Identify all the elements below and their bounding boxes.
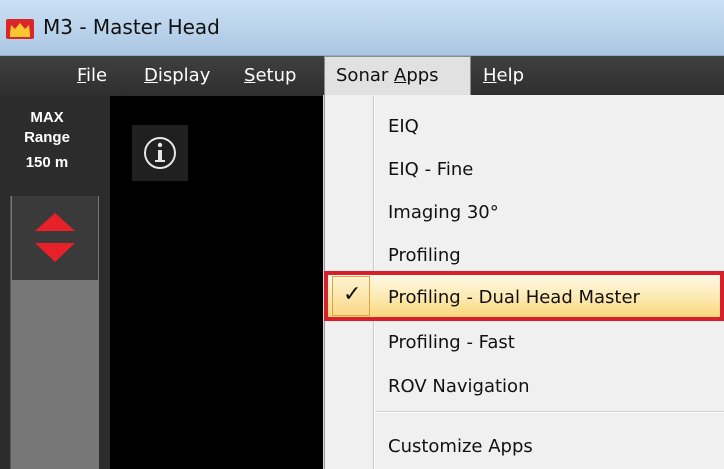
range-value: 150 m bbox=[25, 154, 69, 171]
info-button[interactable] bbox=[132, 125, 188, 181]
range-range-label: Range bbox=[24, 129, 70, 146]
menu-item-customize-apps[interactable]: Customize Apps bbox=[388, 436, 533, 457]
menu-file[interactable]: File bbox=[77, 56, 107, 96]
menu-display-label: isplay bbox=[157, 65, 211, 86]
menu-help-label: elp bbox=[496, 65, 525, 86]
menu-setup[interactable]: Setup bbox=[244, 56, 296, 96]
menu-bar: File Display Setup Sonar Apps Help bbox=[0, 56, 724, 96]
menu-sonar-apps-mnemonic: A bbox=[394, 65, 407, 86]
menu-sonar-apps-prefix: Sonar bbox=[336, 65, 394, 86]
window-title: M3 - Master Head bbox=[43, 15, 220, 39]
menu-help[interactable]: Help bbox=[483, 56, 524, 96]
range-adjust-button[interactable] bbox=[12, 196, 98, 280]
menu-file-mnemonic: F bbox=[77, 65, 87, 86]
menu-file-label: ile bbox=[86, 65, 108, 86]
menu-item-rov-navigation[interactable]: ROV Navigation bbox=[388, 376, 529, 397]
checkmark-icon: ✓ bbox=[343, 282, 362, 307]
range-up-down-arrows-icon bbox=[35, 213, 75, 262]
menu-separator bbox=[376, 411, 724, 413]
menu-item-eiq-fine[interactable]: EIQ - Fine bbox=[388, 159, 473, 180]
menu-item-profiling[interactable]: Profiling bbox=[388, 245, 461, 266]
menu-item-eiq[interactable]: EIQ bbox=[388, 116, 419, 137]
menu-setup-mnemonic: S bbox=[244, 65, 256, 86]
menu-display[interactable]: Display bbox=[144, 56, 210, 96]
menu-item-profiling-fast[interactable]: Profiling - Fast bbox=[388, 332, 515, 353]
menu-item-profiling-dual-head-master[interactable]: Profiling - Dual Head Master bbox=[388, 287, 640, 308]
info-icon bbox=[144, 137, 176, 169]
menu-sonar-apps-label: pps bbox=[406, 65, 439, 86]
menu-help-mnemonic: H bbox=[483, 65, 497, 86]
menu-setup-label: etup bbox=[255, 65, 297, 86]
title-bar: M3 - Master Head bbox=[0, 0, 724, 56]
range-max-label: MAX bbox=[30, 109, 64, 126]
menu-display-mnemonic: D bbox=[144, 65, 158, 86]
master-head-app-icon bbox=[6, 19, 34, 39]
menu-item-imaging-30[interactable]: Imaging 30° bbox=[388, 202, 499, 223]
menu-sonar-apps[interactable]: Sonar Apps bbox=[324, 56, 471, 96]
range-panel: MAX Range 150 m bbox=[0, 96, 110, 469]
